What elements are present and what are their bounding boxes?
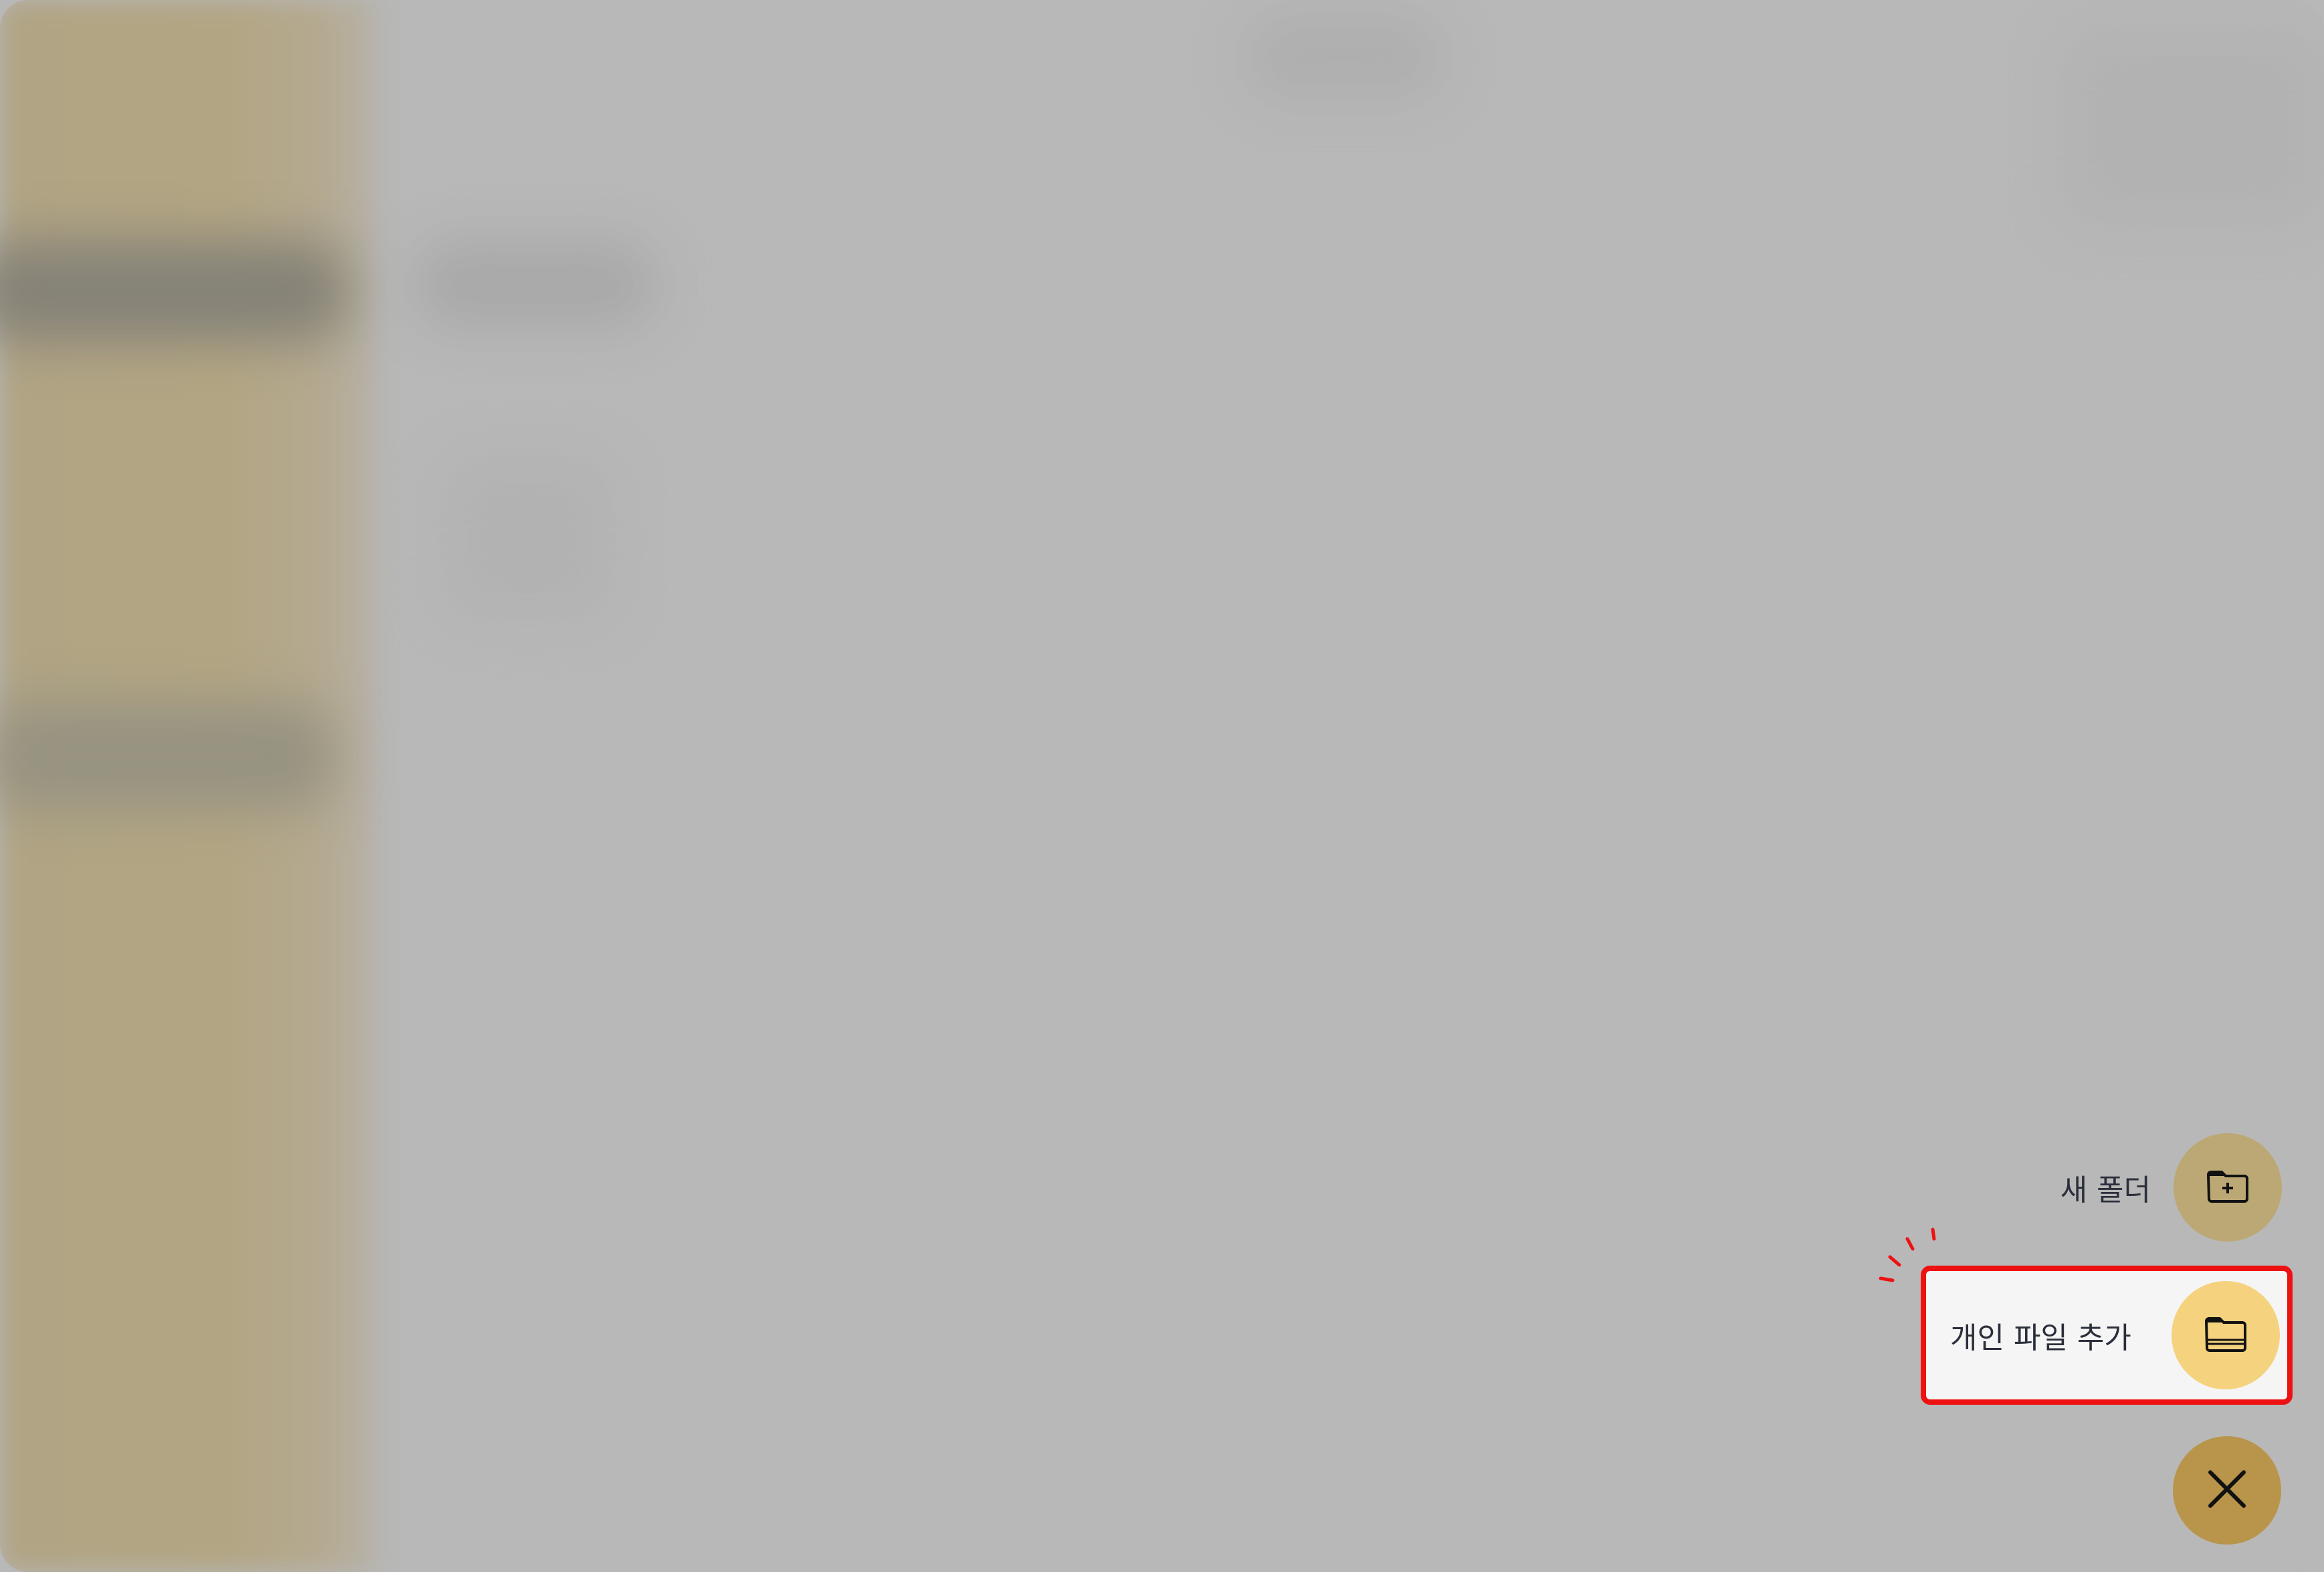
new-folder-label: 새 폴더	[2060, 1173, 2151, 1207]
app-screen: 새 폴더 개인 파일 추가	[0, 0, 2324, 1572]
folder-open-icon	[2204, 1314, 2247, 1356]
new-folder-action[interactable]: 새 폴더	[2061, 1133, 2282, 1242]
add-personal-file-label: 개인 파일 추가	[1950, 1321, 2131, 1355]
folder-plus-icon	[2206, 1168, 2249, 1207]
add-personal-file-action[interactable]: 개인 파일 추가	[1921, 1266, 2293, 1405]
new-folder-button[interactable]	[2174, 1133, 2282, 1242]
add-personal-file-button[interactable]	[2172, 1281, 2280, 1389]
close-fab-button[interactable]	[2173, 1436, 2281, 1545]
close-icon	[2206, 1468, 2248, 1512]
